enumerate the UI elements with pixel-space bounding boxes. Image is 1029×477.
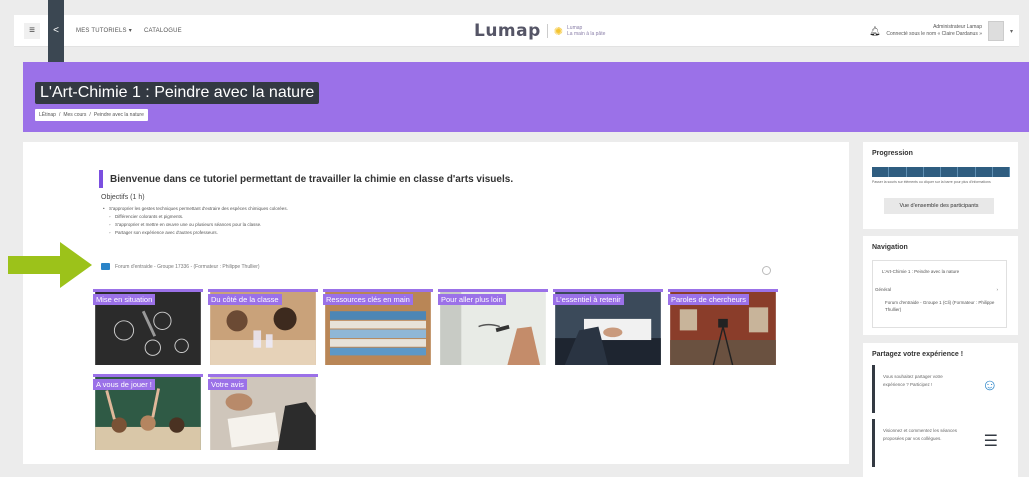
forum-icon	[101, 263, 110, 270]
brand-subtitle: Lumap La main à la pâte	[567, 25, 605, 37]
share-block: Partagez votre expérience ! Vous souhait…	[863, 343, 1018, 477]
accent-bar	[99, 170, 103, 188]
tile-ressources-cles-en-main[interactable]: Ressources clés en main	[323, 289, 433, 365]
tile-du-cote-de-la-classe[interactable]: Du côté de la classe	[208, 289, 318, 365]
tile-essentiel-a-retenir[interactable]: L'essentiel à retenir	[553, 289, 663, 365]
nav-item-course[interactable]: L'Art-Chimie 1 : Peindre avec la nature	[882, 269, 959, 274]
tile-mise-en-situation[interactable]: Mise en situation	[93, 289, 203, 365]
avatar[interactable]	[987, 21, 1004, 41]
breadcrumb-my-courses[interactable]: Mes cours	[63, 112, 86, 118]
progress-block: Progression Passer la souris sur élément…	[863, 142, 1018, 229]
list-item: Partager son expérience avec d'autres pr…	[101, 229, 288, 237]
arrow-pointer-icon	[8, 242, 92, 288]
database-icon: ☰	[983, 433, 998, 450]
progress-bar[interactable]	[872, 167, 1010, 177]
list-item: S'approprier les gestes techniques perme…	[101, 205, 288, 213]
completion-checkbox[interactable]	[762, 266, 771, 275]
top-navbar: ≡ < MES TUTORIELS ▾ CATALOGUE Lumap ✺ Lu…	[14, 0, 1019, 98]
nav-item-forum[interactable]: Forum d'entraide - Groupe 1 (Cli) (Forma…	[885, 299, 995, 313]
share-title: Partagez votre expérience !	[872, 351, 964, 358]
chevron-down-icon[interactable]: ▾	[1010, 28, 1013, 35]
objectives: Objectifs (1 h) S'approprier les gestes …	[101, 194, 288, 237]
hamburger-icon[interactable]: ≡	[24, 22, 40, 39]
section-tiles: Mise en situation Du côté de la classe R…	[93, 289, 778, 450]
tile-votre-avis[interactable]: Votre avis	[208, 374, 318, 450]
brand-separator	[546, 24, 548, 38]
brand-subtitle-line: La main à la pâte	[567, 31, 606, 37]
course-header: L'Art-Chimie 1 : Peindre avec la nature …	[23, 62, 1029, 132]
tile-label: L'essentiel à retenir	[553, 294, 624, 305]
tile-label: Paroles de chercheurs	[668, 294, 750, 305]
forum-link-label: Forum d'entraide - Groupe 17336 - (Forma…	[115, 263, 260, 270]
welcome-text: Bienvenue dans ce tutoriel permettant de…	[110, 173, 514, 185]
caret-down-icon: ▾	[128, 28, 132, 34]
page-title: L'Art-Chimie 1 : Peindre avec la nature	[35, 82, 320, 104]
progress-title: Progression	[872, 150, 913, 157]
participants-overview-button[interactable]: Vue d'ensemble des participants	[884, 198, 994, 214]
user-name: Administrateur Lamap	[933, 24, 982, 30]
tile-label: Pour aller plus loin	[438, 294, 506, 305]
user-menu[interactable]: 🔔︎ Administrateur Lamap Connecté sous le…	[869, 21, 1013, 41]
breadcrumb-current: Peindre avec la nature	[93, 112, 144, 118]
tile-label: Du côté de la classe	[208, 294, 282, 305]
nav-link-my-tutorials[interactable]: MES TUTORIELS ▾	[76, 27, 132, 35]
user-info: Administrateur Lamap Connecté sous le no…	[886, 24, 982, 38]
tile-label: Mise en situation	[93, 294, 156, 305]
share-item-participate[interactable]: Vous souhaitez partager votre expérience…	[872, 365, 1010, 413]
share-item-text: Visionnez et commentez les séances propo…	[883, 428, 957, 441]
breadcrumb-separator: /	[58, 112, 61, 118]
objectives-list: S'approprier les gestes techniques perme…	[101, 205, 288, 237]
people-icon: ☺	[981, 377, 998, 394]
user-login-as: Connecté sous le nom « Claire Dardanus »	[886, 31, 982, 37]
nav-link-catalogue[interactable]: CATALOGUE	[144, 28, 182, 34]
bell-icon[interactable]: 🔔︎	[869, 26, 880, 37]
nav-link-label: CATALOGUE	[143, 27, 182, 34]
navigation-title: Navigation	[872, 244, 908, 251]
navigation-block: Navigation L'Art-Chimie 1 : Peindre avec…	[863, 236, 1018, 335]
tile-label: A vous de jouer !	[93, 379, 155, 390]
nav-item-general[interactable]: Général	[875, 287, 891, 292]
list-item: S'approprier et mettre en œuvre une ou p…	[101, 221, 288, 229]
chevron-right-icon[interactable]: ›	[997, 287, 999, 292]
brand-logo[interactable]: Lumap ✺ Lumap La main à la pâte	[474, 21, 605, 41]
objectives-title: Objectifs (1 h)	[101, 194, 145, 201]
tile-label: Ressources clés en main	[323, 294, 413, 305]
sun-icon: ✺	[553, 25, 564, 38]
list-item: Différencier colorants et pigments.	[101, 213, 288, 221]
share-item-text: Vous souhaitez partager votre expérience…	[883, 374, 943, 387]
breadcrumb-home[interactable]: LÉtinap	[39, 112, 56, 118]
welcome-heading: Bienvenue dans ce tutoriel permettant de…	[99, 170, 513, 188]
brand-name: Lumap	[474, 21, 541, 41]
navigation-tree: L'Art-Chimie 1 : Peindre avec la nature …	[872, 260, 1007, 328]
tile-pour-aller-plus-loin[interactable]: Pour aller plus loin	[438, 289, 548, 365]
share-item-watch[interactable]: Visionnez et commentez les séances propo…	[872, 419, 1010, 467]
breadcrumb-separator: /	[89, 112, 91, 118]
tile-paroles-de-chercheurs[interactable]: Paroles de chercheurs	[668, 289, 778, 365]
tile-label: Votre avis	[208, 379, 247, 390]
nav-link-label: MES TUTORIELS	[76, 27, 127, 34]
breadcrumb: LÉtinap / Mes cours / Peindre avec la na…	[35, 109, 148, 121]
course-content: Bienvenue dans ce tutoriel permettant de…	[23, 142, 849, 464]
forum-link[interactable]: Forum d'entraide - Groupe 17336 - (Forma…	[101, 263, 260, 270]
tile-a-vous-de-jouer[interactable]: A vous de jouer !	[93, 374, 203, 450]
progress-note: Passer la souris sur éléments ou cliquer…	[872, 180, 991, 184]
